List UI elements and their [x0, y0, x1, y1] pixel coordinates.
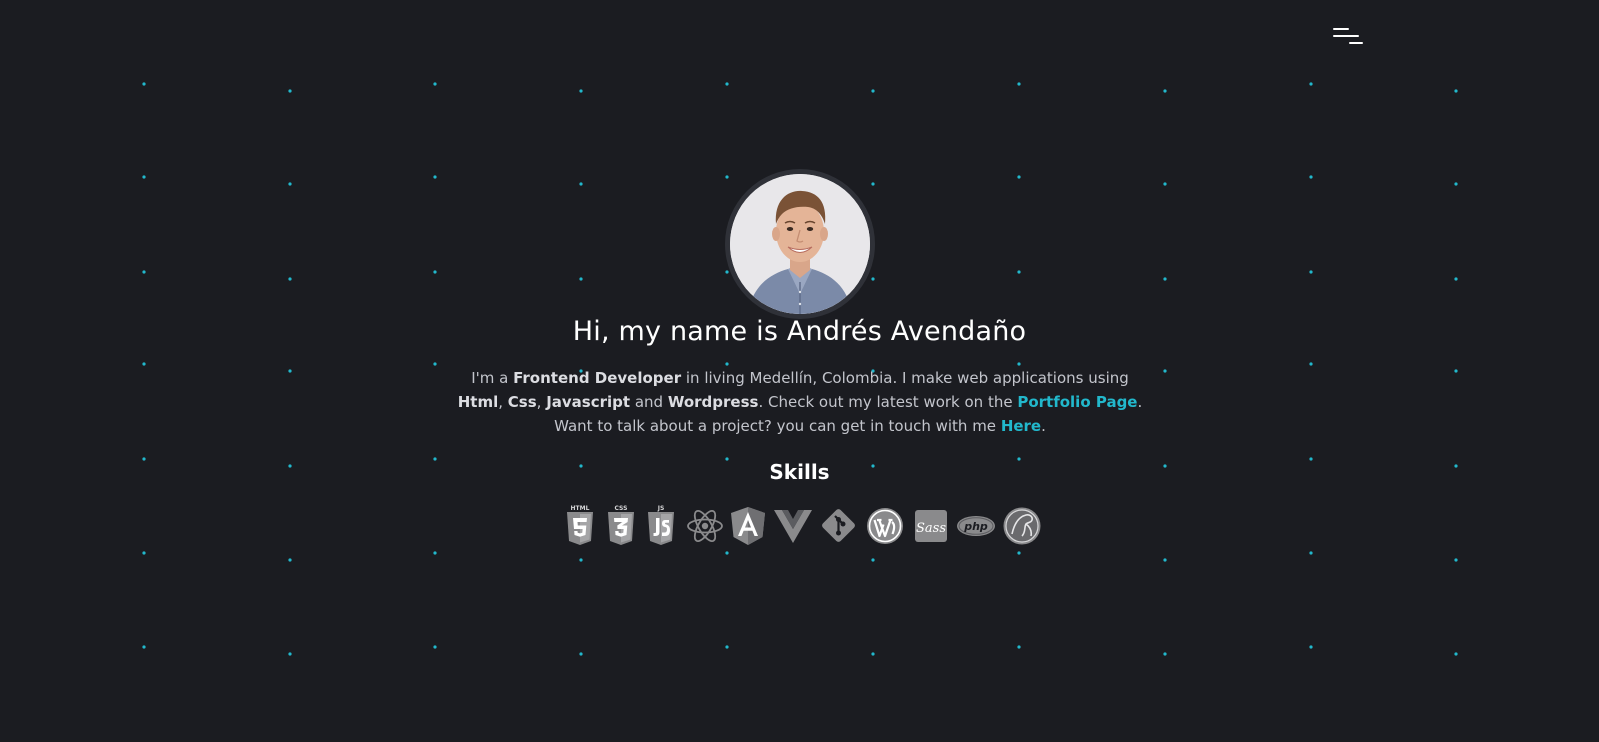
- intro-skill-html: Html: [457, 393, 499, 411]
- background-dot: [433, 270, 437, 274]
- intro-text: .: [1041, 417, 1046, 435]
- background-dot: [433, 645, 437, 649]
- intro-skill-javascript: Javascript: [546, 393, 631, 411]
- wordpress-icon: [865, 505, 905, 547]
- javascript-icon: JS: [641, 505, 681, 547]
- background-dot: [288, 369, 292, 373]
- background-dot: [579, 89, 583, 93]
- background-dot: [142, 551, 146, 555]
- intro-separator: ,: [536, 393, 547, 411]
- css3-icon: CSS: [601, 505, 641, 547]
- intro-text: Want to talk about a project? you can ge…: [554, 417, 1001, 435]
- background-dot: [871, 182, 875, 186]
- html5-icon: HTML: [560, 505, 600, 547]
- background-dot: [142, 645, 146, 649]
- background-dot: [288, 89, 292, 93]
- background-dot: [1163, 652, 1167, 656]
- background-dot: [1309, 551, 1313, 555]
- background-dot: [579, 652, 583, 656]
- hamburger-menu-icon[interactable]: [1330, 26, 1364, 50]
- background-dot: [288, 277, 292, 281]
- page-title: Hi, my name is Andrés Avendaño: [572, 316, 1027, 347]
- intro-separator: ,: [498, 393, 508, 411]
- background-dot: [1163, 182, 1167, 186]
- background-dot: [1017, 551, 1021, 555]
- intro-skill-css: Css: [507, 393, 537, 411]
- avatar: [730, 174, 870, 314]
- background-dot: [433, 175, 437, 179]
- background-dot: [288, 182, 292, 186]
- background-dot: [142, 270, 146, 274]
- background-dot: [142, 175, 146, 179]
- background-dot: [1454, 558, 1458, 562]
- intro-role: Frontend Developer: [513, 369, 682, 387]
- background-dot: [725, 175, 729, 179]
- php-icon-label: php: [963, 520, 988, 533]
- background-dot: [1454, 277, 1458, 281]
- background-dot: [725, 82, 729, 86]
- angular-icon: [728, 505, 768, 547]
- background-dot: [433, 82, 437, 86]
- background-dot: [1017, 175, 1021, 179]
- intro-text: . Check out my latest work on the: [758, 393, 1018, 411]
- php-icon: php: [956, 505, 996, 547]
- background-dot: [871, 89, 875, 93]
- background-dot: [1454, 89, 1458, 93]
- background-dot: [725, 551, 729, 555]
- background-dot: [725, 270, 729, 274]
- background-dot: [1309, 270, 1313, 274]
- avatar-frame: [725, 169, 875, 319]
- intro-text: in living Medellín, Colombia. I make web…: [681, 369, 1129, 387]
- menu-line-bottom: [1349, 42, 1363, 44]
- vue-icon: [773, 505, 813, 547]
- react-icon: [684, 505, 724, 547]
- background-dot: [871, 652, 875, 656]
- background-dot: [1309, 362, 1313, 366]
- profile-photo: [730, 174, 870, 314]
- mysql-icon: [1002, 505, 1042, 547]
- javascript-icon-label: JS: [657, 505, 665, 512]
- background-dot: [579, 182, 583, 186]
- sass-icon-label: Sass: [916, 521, 946, 536]
- background-dot: [579, 558, 583, 562]
- sass-icon: Sass: [911, 505, 951, 547]
- intro-text: I'm a: [471, 369, 514, 387]
- intro-paragraph: I'm a Frontend Developer in living Medel…: [430, 366, 1170, 438]
- page: Hi, my name is Andrés Avendaño I'm a Fro…: [0, 0, 1599, 742]
- background-dot: [142, 362, 146, 366]
- background-dot: [1309, 82, 1313, 86]
- background-dot: [1017, 82, 1021, 86]
- background-dot: [871, 558, 875, 562]
- background-dot: [1163, 89, 1167, 93]
- background-dot: [1454, 182, 1458, 186]
- html5-icon-label: HTML: [571, 505, 590, 512]
- menu-line-top: [1333, 28, 1349, 30]
- background-dot: [1017, 645, 1021, 649]
- intro-text: .: [1137, 393, 1143, 411]
- background-dot: [1454, 652, 1458, 656]
- contact-here-link[interactable]: Here: [1001, 417, 1041, 435]
- css3-icon-label: CSS: [615, 505, 628, 512]
- background-dot: [1163, 277, 1167, 281]
- background-dot: [725, 645, 729, 649]
- git-icon: [818, 505, 858, 547]
- background-dot: [288, 558, 292, 562]
- background-dot: [1454, 369, 1458, 373]
- background-dot: [433, 551, 437, 555]
- background-dot: [579, 277, 583, 281]
- intro-text: and: [630, 393, 668, 411]
- background-dot: [871, 277, 875, 281]
- background-dot: [1163, 558, 1167, 562]
- menu-line-middle: [1333, 35, 1359, 37]
- intro-skill-wordpress: Wordpress: [667, 393, 759, 411]
- background-dot: [288, 652, 292, 656]
- background-dot: [1309, 175, 1313, 179]
- background-dot: [1017, 270, 1021, 274]
- portfolio-page-link[interactable]: Portfolio Page: [1017, 393, 1137, 411]
- skills-icon-row: HTML CSS JS Sass php: [560, 505, 1042, 547]
- background-dot: [142, 82, 146, 86]
- skills-heading: Skills: [769, 460, 830, 484]
- background-dot: [1309, 645, 1313, 649]
